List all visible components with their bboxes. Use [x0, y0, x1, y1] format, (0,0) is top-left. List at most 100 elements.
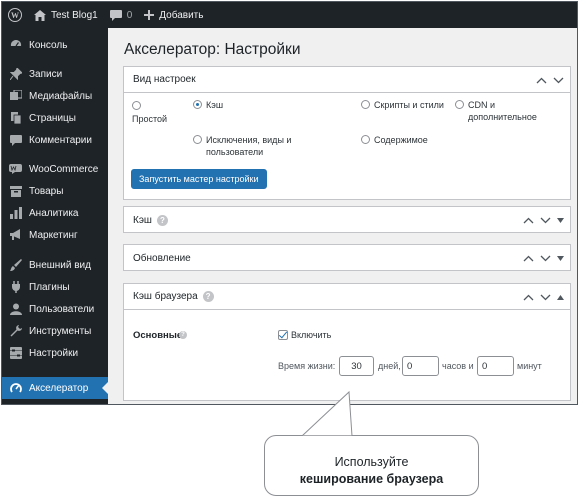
- sidebar-item-label: Медиафайлы: [29, 90, 93, 102]
- home-icon: [34, 9, 46, 21]
- update-panel-header[interactable]: Обновление: [124, 245, 570, 271]
- browser-cache-panel-header[interactable]: Кэш браузера ?: [124, 284, 570, 310]
- chevron-up-icon[interactable]: [523, 255, 534, 262]
- panel-controls: [523, 284, 564, 310]
- chevron-down-icon[interactable]: [540, 255, 551, 262]
- wordpress-logo-button[interactable]: W: [2, 2, 28, 28]
- sidebar-item-label: Пользователи: [29, 303, 95, 315]
- site-name-label: Test Blog1: [51, 9, 98, 21]
- sidebar-item-analytics[interactable]: Аналитика: [2, 202, 108, 224]
- panel-controls: [523, 245, 564, 271]
- sidebar-item-posts[interactable]: Записи: [2, 63, 108, 85]
- sidebar-item-settings[interactable]: Настройки: [2, 342, 108, 364]
- hours-input[interactable]: 0: [402, 356, 439, 376]
- comments-link[interactable]: 0: [104, 2, 139, 28]
- megaphone-icon: [9, 229, 22, 242]
- radio-exclusions[interactable]: [193, 135, 202, 144]
- days-input[interactable]: 30: [339, 356, 374, 376]
- chevron-up-icon[interactable]: [536, 77, 547, 84]
- settings-view-panel-header[interactable]: Вид настроек: [124, 67, 570, 93]
- panel-controls: [536, 67, 564, 93]
- option-cache-label: Кэш: [206, 100, 224, 110]
- woo-icon: [9, 163, 22, 176]
- panel-title: Вид настроек: [133, 74, 196, 85]
- option-scripts-label: Скрипты и стили: [374, 100, 444, 110]
- main-content: Акселератор: Настройки Вид настроек Прос…: [108, 28, 577, 404]
- chevron-down-icon[interactable]: [540, 217, 551, 224]
- bar-chart-icon: [9, 207, 22, 220]
- cache-panel-header[interactable]: Кэш ?: [124, 207, 570, 233]
- chevron-up-icon[interactable]: [523, 217, 534, 224]
- basic-settings-label: Основные: [133, 330, 183, 341]
- sidebar-item-accelerator[interactable]: Акселератор: [2, 377, 108, 399]
- cache-panel: Кэш ?: [123, 206, 571, 233]
- collapse-arrow-icon[interactable]: [557, 294, 564, 300]
- sidebar-item-media[interactable]: Медиафайлы: [2, 85, 108, 107]
- radio-cache[interactable]: [193, 100, 202, 109]
- admin-bar: W Test Blog1 0 Добавить: [2, 2, 577, 28]
- callout-line2: кеширование браузера: [299, 472, 444, 486]
- sidebar-item-comments[interactable]: Комментарии: [2, 129, 108, 151]
- add-new-link[interactable]: Добавить: [138, 2, 209, 28]
- sidebar-item-dashboard[interactable]: Консоль: [2, 34, 108, 56]
- radio-content[interactable]: [361, 135, 370, 144]
- dashboard-icon: [9, 39, 22, 52]
- sidebar-item-label: Консоль: [29, 39, 68, 51]
- browser-cache-panel: Кэш браузера ? Основные ? Включить Время…: [123, 283, 571, 401]
- comments-count: 0: [126, 9, 133, 21]
- sidebar-item-label: Инструменты: [29, 325, 92, 337]
- accelerator-icon: [9, 382, 22, 395]
- panel-title: Кэш браузера: [133, 291, 198, 302]
- expand-arrow-icon[interactable]: [557, 255, 564, 261]
- plugin-icon: [9, 281, 22, 294]
- radio-cdn[interactable]: [455, 100, 464, 109]
- settings-view-panel: Вид настроек Простой Кэш Скрипты и стили…: [123, 66, 571, 200]
- option-simple-label: Простой: [132, 114, 168, 124]
- panel-controls: [523, 207, 564, 233]
- radio-simple[interactable]: [132, 101, 141, 110]
- chevron-down-icon[interactable]: [540, 294, 551, 301]
- media-icon: [9, 90, 22, 103]
- sidebar-item-marketing[interactable]: Маркетинг: [2, 224, 108, 246]
- radio-scripts[interactable]: [361, 100, 370, 109]
- sidebar-item-products[interactable]: Товары: [2, 180, 108, 202]
- sidebar-item-tools[interactable]: Инструменты: [2, 320, 108, 342]
- sidebar-item-label: Маркетинг: [29, 229, 78, 241]
- enable-label: Включить: [291, 330, 332, 340]
- pin-icon: [9, 68, 22, 81]
- option-exclusions-label: Исключения, виды и пользователи: [206, 135, 292, 157]
- panel-title: Кэш: [133, 214, 152, 226]
- add-new-label: Добавить: [159, 9, 204, 21]
- enable-checkbox[interactable]: [278, 330, 288, 340]
- archive-icon: [9, 185, 22, 198]
- settings-icon: [9, 347, 22, 360]
- help-icon[interactable]: ?: [202, 291, 214, 302]
- run-wizard-button[interactable]: Запустить мастер настройки: [131, 169, 267, 189]
- panel-title: Обновление: [133, 252, 191, 264]
- users-icon: [9, 303, 22, 316]
- update-panel: Обновление: [123, 244, 571, 271]
- wrench-icon: [9, 325, 22, 338]
- sidebar-item-appearance[interactable]: Внешний вид: [2, 254, 108, 276]
- chevron-up-icon[interactable]: [523, 294, 534, 301]
- screenshot-frame: W Test Blog1 0 Добавить Консоль Записи М…: [1, 1, 578, 405]
- brush-icon: [9, 259, 22, 272]
- sidebar-item-users[interactable]: Пользователи: [2, 298, 108, 320]
- hours-unit-label: часов и: [442, 361, 474, 371]
- expand-arrow-icon[interactable]: [557, 217, 564, 223]
- sidebar-item-label: Внешний вид: [29, 259, 91, 271]
- sidebar-item-label: Плагины: [29, 281, 70, 293]
- option-content-label: Содержимое: [374, 135, 428, 145]
- comment-icon: [109, 9, 122, 21]
- minutes-unit-label: минут: [517, 361, 542, 371]
- sidebar-item-woocommerce[interactable]: WooCommerce: [2, 158, 108, 180]
- days-unit-label: дней,: [378, 361, 401, 371]
- lifetime-label: Время жизни:: [278, 361, 336, 371]
- help-icon[interactable]: ?: [179, 331, 187, 339]
- help-icon[interactable]: ?: [156, 214, 168, 226]
- chevron-down-icon[interactable]: [553, 77, 564, 84]
- site-name-link[interactable]: Test Blog1: [28, 2, 104, 28]
- sidebar-item-pages[interactable]: Страницы: [2, 107, 108, 129]
- sidebar-item-plugins[interactable]: Плагины: [2, 276, 108, 298]
- minutes-input[interactable]: 0: [477, 356, 514, 376]
